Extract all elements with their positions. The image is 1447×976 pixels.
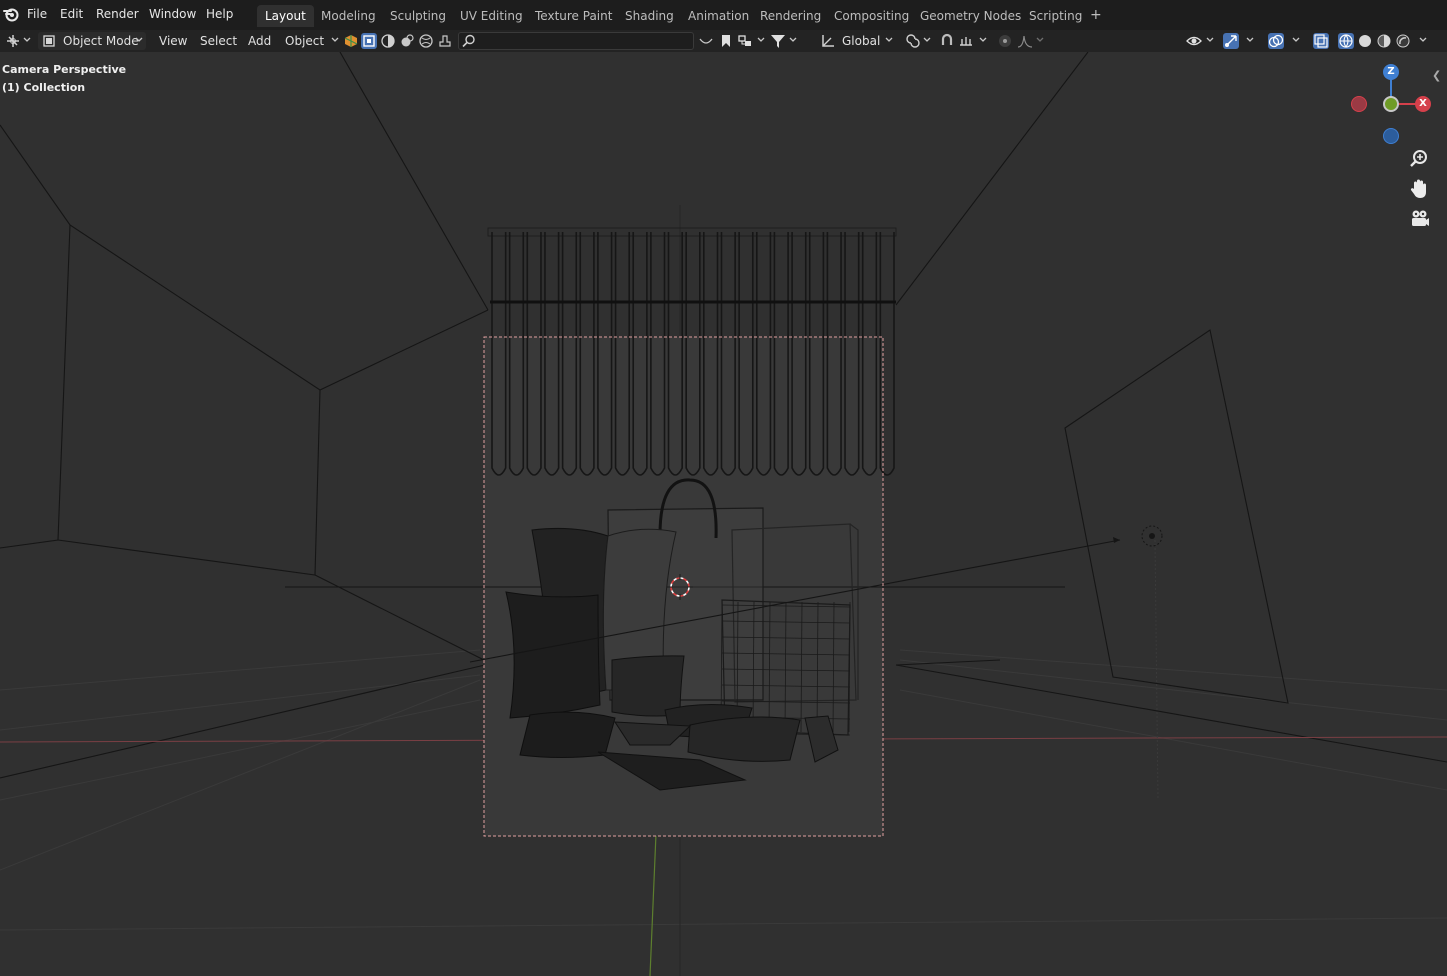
tab-animation[interactable]: Animation <box>680 5 757 27</box>
filter-icon[interactable] <box>770 33 786 49</box>
chevron-down-icon[interactable] <box>1418 34 1428 46</box>
camera-view-icon[interactable] <box>1407 207 1431 231</box>
scene-wireframe <box>0 52 1447 976</box>
menu-select[interactable]: Select <box>200 32 237 50</box>
mode-label: Object Mode <box>63 34 139 48</box>
menu-object[interactable]: Object <box>285 32 324 50</box>
snap-target-icon[interactable] <box>958 33 974 49</box>
pivot-point-icon[interactable] <box>905 33 921 49</box>
gizmo-x-axis[interactable]: X <box>1415 96 1431 112</box>
menu-window[interactable]: Window <box>149 7 196 21</box>
camera-perspective-label: Camera Perspective <box>2 63 127 76</box>
search-input[interactable] <box>458 32 694 50</box>
world-filter-icon[interactable] <box>418 33 434 49</box>
orientation-icon[interactable] <box>820 33 836 49</box>
solid-shading-icon[interactable] <box>1357 33 1373 49</box>
menu-view[interactable]: View <box>159 32 187 50</box>
material-preview-icon[interactable] <box>1376 33 1392 49</box>
tab-sculpting[interactable]: Sculpting <box>382 5 454 27</box>
rendered-shading-icon[interactable] <box>1395 33 1411 49</box>
xray-toggle-icon[interactable] <box>1313 33 1329 49</box>
tab-geometry-nodes[interactable]: Geometry Nodes <box>912 5 1029 27</box>
chevron-down-icon[interactable] <box>922 34 932 46</box>
curve-icon[interactable] <box>698 33 714 49</box>
viewport-editor-icon[interactable] <box>5 33 21 49</box>
select-box-icon[interactable] <box>361 33 377 49</box>
tool-filter-icon[interactable] <box>437 33 453 49</box>
object-mode-icon <box>41 33 57 49</box>
tab-scripting[interactable]: Scripting <box>1021 5 1090 27</box>
chevron-down-icon[interactable] <box>978 34 988 46</box>
hand-icon[interactable] <box>1407 177 1431 201</box>
snap-icon[interactable] <box>939 33 955 49</box>
top-menu-bar: File Edit Render Window Help Layout Mode… <box>0 0 1447 31</box>
chevron-down-icon[interactable] <box>22 34 32 46</box>
chevron-down-icon[interactable] <box>1291 34 1301 46</box>
collection-label: (1) Collection <box>2 81 86 94</box>
sidebar-toggle-icon[interactable]: ❮ <box>1432 69 1441 82</box>
3d-viewport[interactable]: Camera Perspective (1) Collection ❮ Z X <box>0 52 1447 976</box>
orientation-label[interactable]: Global <box>842 32 880 50</box>
proportional-edit-icon[interactable] <box>997 33 1013 49</box>
gizmo-neg-x-axis[interactable] <box>1351 96 1367 112</box>
tab-modeling[interactable]: Modeling <box>313 5 384 27</box>
menu-add[interactable]: Add <box>248 32 271 50</box>
add-workspace-button[interactable]: + <box>1090 7 1102 23</box>
mode-selector[interactable]: Object Mode <box>38 32 146 50</box>
gizmo-y-axis[interactable] <box>1383 96 1399 112</box>
gizmo-z-axis[interactable]: Z <box>1383 64 1399 80</box>
light-filter-icon[interactable] <box>399 33 415 49</box>
chevron-down-icon[interactable] <box>788 34 798 46</box>
falloff-curve-icon[interactable] <box>1017 33 1033 49</box>
collection-icon[interactable] <box>737 33 753 49</box>
chevron-down-icon[interactable] <box>756 34 766 46</box>
tab-layout[interactable]: Layout <box>257 5 314 27</box>
tab-uv-editing[interactable]: UV Editing <box>452 5 531 27</box>
chevron-down-icon[interactable] <box>1245 34 1255 46</box>
light-guide <box>1154 539 1159 801</box>
chevron-down-icon[interactable] <box>1035 34 1045 46</box>
tab-shading[interactable]: Shading <box>617 5 682 27</box>
wireframe-shading-icon[interactable] <box>1338 33 1354 49</box>
tab-texture-paint[interactable]: Texture Paint <box>527 5 620 27</box>
zoom-icon[interactable] <box>1407 147 1431 171</box>
tab-rendering[interactable]: Rendering <box>752 5 829 27</box>
chevron-down-icon[interactable] <box>884 34 894 46</box>
chevron-down-icon[interactable] <box>1205 34 1215 46</box>
menu-edit[interactable]: Edit <box>60 7 83 21</box>
overlays-toggle-icon[interactable] <box>1268 33 1284 49</box>
sphere-filter-icon[interactable] <box>380 33 396 49</box>
visibility-icon[interactable] <box>1186 33 1202 49</box>
viewport-header: Object Mode View Select Add Object Globa… <box>0 30 1447 52</box>
gizmo-neg-z-axis[interactable] <box>1383 128 1399 144</box>
blender-logo-icon[interactable] <box>2 5 20 23</box>
chevron-down-icon <box>134 34 144 46</box>
search-icon <box>461 33 477 49</box>
chevron-down-icon[interactable] <box>330 34 340 46</box>
menu-render[interactable]: Render <box>96 7 139 21</box>
bookmark-icon[interactable] <box>718 33 734 49</box>
menu-file[interactable]: File <box>27 7 47 21</box>
menu-help[interactable]: Help <box>206 7 233 21</box>
mesh-filter-icon[interactable] <box>343 33 359 49</box>
tab-compositing[interactable]: Compositing <box>826 5 917 27</box>
gizmo-toggle-icon[interactable] <box>1223 33 1239 49</box>
